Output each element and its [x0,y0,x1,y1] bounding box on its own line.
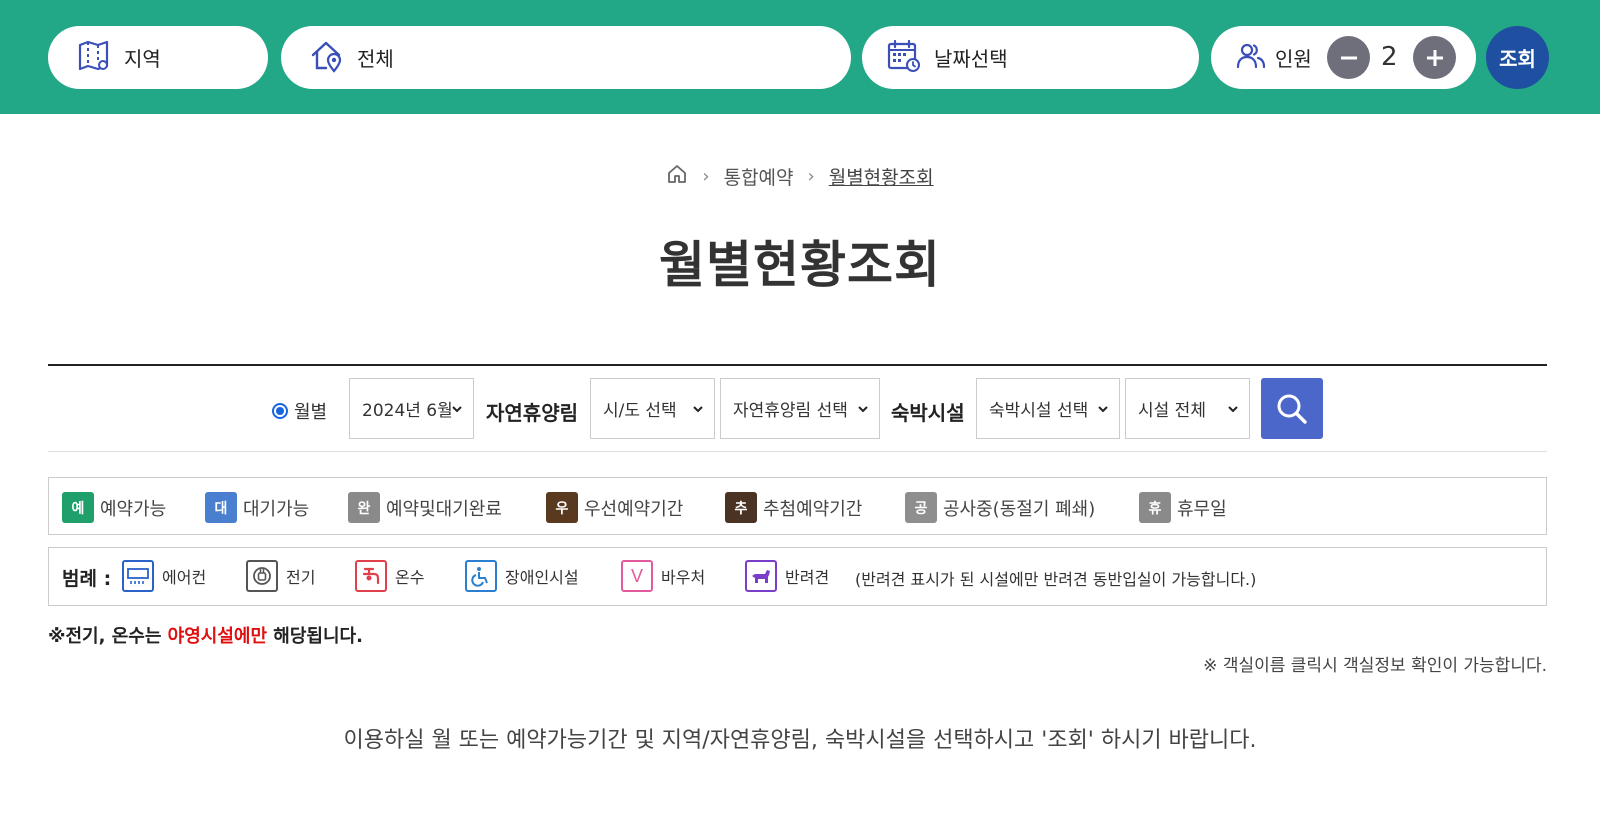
province-select[interactable]: 시/도 선택 [590,378,715,439]
electric-icon [246,560,278,592]
status-closed: 휴 휴무일 [1139,492,1227,523]
lodging-filter-label: 숙박시설 [891,401,965,425]
aircon-icon [122,560,154,592]
divider [48,364,1547,366]
amenity-voucher: V 바우처 [621,560,705,592]
campsite-note-suffix: 해당됩니다. [267,626,363,647]
plus-icon [1426,49,1443,66]
amenity-legend: 범례 : 에어컨 전기 온수 장애인시설 V 바우처 반려견 (반려견 표시가 … [48,547,1547,606]
people-count: 2 [1381,42,1398,72]
search-icon [1277,394,1307,424]
house-location-icon [309,38,345,78]
status-label: 휴무일 [1177,498,1227,520]
facility-type-label: 전체 [357,47,394,71]
minus-icon [1340,56,1357,59]
region-selector[interactable]: 지역 [48,26,268,89]
date-selector[interactable]: 날짜선택 [862,26,1199,89]
forest-select-value: 자연휴양림 선택 [733,401,848,421]
chevron-down-icon [857,400,869,420]
lodging-select[interactable]: 숙박시설 선택 [976,378,1120,439]
month-select-value: 2024년 6월 [362,401,453,421]
chevron-right-icon: › [702,166,710,187]
status-badge: 우 [546,492,578,523]
campsite-note-prefix: ※전기, 온수는 [48,626,168,647]
pet-icon [745,560,777,592]
amenity-pet: 반려견 [745,560,829,592]
status-full: 완 예약및대기완료 [348,492,502,523]
amenity-label: 에어컨 [162,568,207,587]
page-title: 월별현황조회 [659,236,941,294]
status-badge: 대 [205,492,237,523]
amenity-aircon: 에어컨 [122,560,206,592]
forest-select[interactable]: 자연휴양림 선택 [720,378,880,439]
forest-filter-label: 자연휴양림 [486,401,578,425]
calendar-icon [886,38,922,78]
top-search-button[interactable]: 조회 [1486,26,1549,89]
divider [48,451,1547,452]
region-label: 지역 [124,47,161,71]
pet-policy-note: (반려견 표시가 된 시설에만 반려견 동반입실이 가능합니다.) [855,570,1257,589]
facility-select[interactable]: 시설 전체 [1125,378,1250,439]
status-priority: 우 우선예약기간 [546,492,683,523]
amenity-electric: 전기 [246,560,315,592]
chevron-down-icon [451,400,463,420]
month-select[interactable]: 2024년 6월 [349,378,474,439]
amenity-legend-title: 범례 : [62,568,112,590]
status-label: 대기가능 [243,498,310,520]
chevron-down-icon [1227,400,1239,420]
status-badge: 휴 [1139,492,1171,523]
status-label: 예약가능 [100,498,167,520]
status-label: 우선예약기간 [584,498,684,520]
room-info-note: ※ 객실이름 클릭시 객실정보 확인이 가능합니다. [1203,656,1547,676]
search-button[interactable] [1261,378,1323,439]
status-construction: 공 공사중(동절기 폐쇄) [905,492,1095,523]
status-badge: 추 [725,492,757,523]
lodging-select-value: 숙박시설 선택 [989,401,1089,421]
chevron-right-icon: › [807,166,815,187]
province-select-value: 시/도 선택 [603,401,677,421]
date-label: 날짜선택 [934,47,1008,71]
status-label: 추첨예약기간 [763,498,863,520]
map-icon [76,38,112,78]
facility-type-selector[interactable]: 전체 [281,26,851,89]
search-bar: 지역 전체 날짜선택 인원 2 조회 [0,0,1600,114]
breadcrumb-item-reservation[interactable]: 통합예약 [724,163,794,190]
amenity-label: 장애인시설 [505,568,579,587]
monthly-radio[interactable]: 월별 [272,398,327,424]
status-available: 예 예약가능 [62,492,166,523]
breadcrumb-item-current[interactable]: 월별현황조회 [829,163,934,190]
increase-people-button[interactable] [1413,36,1456,79]
amenity-hot-water: 온수 [355,560,424,592]
campsite-note: ※전기, 온수는 야영시설에만 해당됩니다. [48,622,363,648]
campsite-note-highlight: 야영시설에만 [167,626,268,647]
decrease-people-button[interactable] [1327,36,1370,79]
amenity-label: 바우처 [661,568,706,587]
status-badge: 완 [348,492,380,523]
amenity-label: 전기 [286,568,316,587]
chevron-down-icon [692,400,704,420]
chevron-down-icon [1097,400,1109,420]
status-waitlist: 대 대기가능 [205,492,309,523]
amenity-label: 반려견 [785,568,830,587]
amenity-label: 온수 [395,568,425,587]
breadcrumb: › 통합예약 › 월별현황조회 [0,163,1600,190]
people-selector: 인원 2 [1211,26,1476,89]
voucher-icon: V [621,560,653,592]
monthly-radio-label: 월별 [294,402,328,423]
facility-select-value: 시설 전체 [1138,401,1206,421]
status-badge: 예 [62,492,94,523]
status-label: 공사중(동절기 폐쇄) [943,498,1096,520]
wheelchair-icon [465,560,497,592]
status-badge: 공 [905,492,937,523]
status-lottery: 추 추첨예약기간 [725,492,862,523]
status-legend: 예 예약가능 대 대기가능 완 예약및대기완료 우 우선예약기간 추 추첨예약기… [48,477,1547,535]
radio-button[interactable] [272,403,288,419]
amenity-accessible: 장애인시설 [465,560,579,592]
status-label: 예약및대기완료 [386,498,502,520]
people-icon [1235,40,1267,76]
people-label: 인원 [1275,47,1312,71]
hot-water-icon [355,560,387,592]
home-icon[interactable] [666,163,688,190]
search-guide-message: 이용하실 월 또는 예약가능기간 및 지역/자연휴양림, 숙박시설을 선택하시고… [343,728,1257,753]
